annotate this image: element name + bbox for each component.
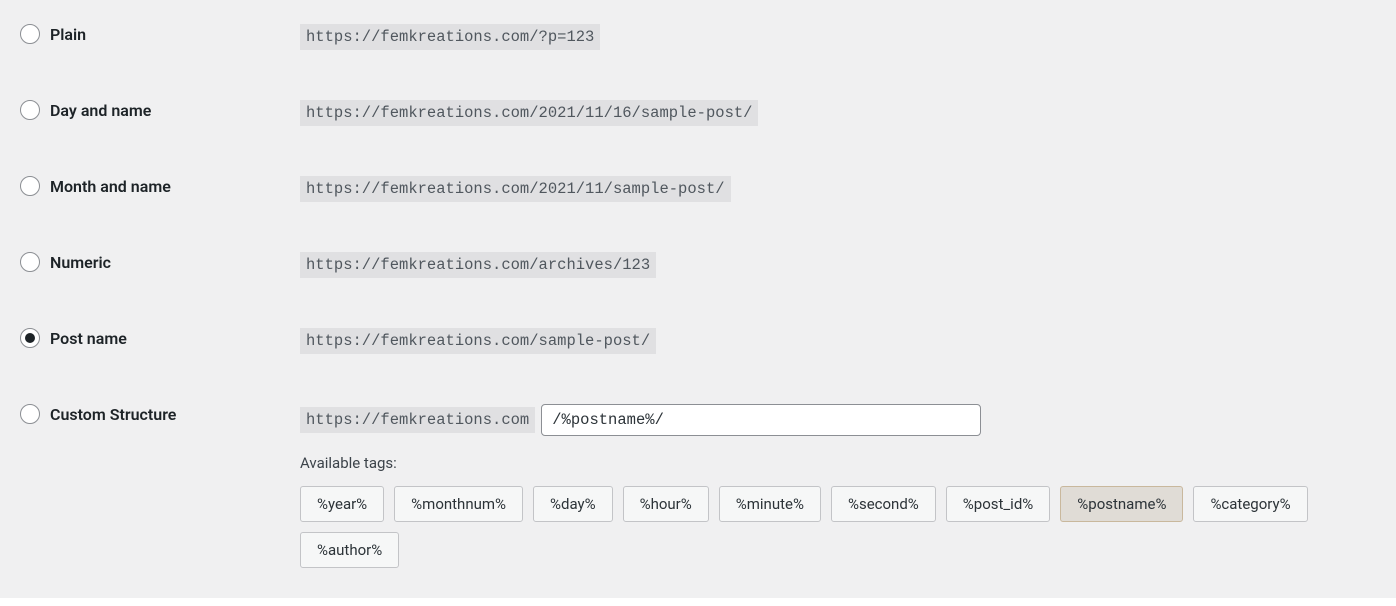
option-example-plain: https://femkreations.com/?p=123 [300, 24, 1376, 50]
tag-second[interactable]: %second% [831, 486, 936, 522]
tag-monthnum[interactable]: %monthnum% [394, 486, 523, 522]
option-row-day-name: Day and name https://femkreations.com/20… [20, 100, 1376, 126]
option-example-numeric: https://femkreations.com/archives/123 [300, 252, 1376, 278]
custom-structure-input[interactable] [541, 404, 981, 436]
custom-structure-area: https://femkreations.com Available tags:… [300, 404, 1376, 568]
radio-day-name[interactable] [20, 100, 40, 120]
option-label-numeric[interactable]: Numeric [20, 252, 300, 272]
option-row-plain: Plain https://femkreations.com/?p=123 [20, 24, 1376, 50]
radio-post-name[interactable] [20, 328, 40, 348]
permalink-settings-panel: Plain https://femkreations.com/?p=123 Da… [0, 0, 1396, 598]
example-code-post-name: https://femkreations.com/sample-post/ [300, 328, 656, 354]
tag-day[interactable]: %day% [533, 486, 613, 522]
available-tags-label: Available tags: [300, 454, 1376, 472]
radio-custom[interactable] [20, 404, 40, 424]
option-text-custom: Custom Structure [50, 405, 176, 424]
option-example-post-name: https://femkreations.com/sample-post/ [300, 328, 1376, 354]
radio-plain[interactable] [20, 24, 40, 44]
example-code-month-name: https://femkreations.com/2021/11/sample-… [300, 176, 731, 202]
option-row-numeric: Numeric https://femkreations.com/archive… [20, 252, 1376, 278]
custom-structure-line: https://femkreations.com [300, 404, 1376, 436]
example-code-numeric: https://femkreations.com/archives/123 [300, 252, 656, 278]
tag-hour[interactable]: %hour% [623, 486, 709, 522]
option-text-plain: Plain [50, 25, 86, 44]
available-tags: %year% %monthnum% %day% %hour% %minute% … [300, 486, 1360, 568]
option-row-month-name: Month and name https://femkreations.com/… [20, 176, 1376, 202]
tag-minute[interactable]: %minute% [719, 486, 821, 522]
option-row-post-name: Post name https://femkreations.com/sampl… [20, 328, 1376, 354]
option-text-month-name: Month and name [50, 177, 171, 196]
option-label-custom[interactable]: Custom Structure [20, 404, 300, 424]
option-label-month-name[interactable]: Month and name [20, 176, 300, 196]
option-label-plain[interactable]: Plain [20, 24, 300, 44]
option-text-post-name: Post name [50, 329, 127, 348]
option-label-day-name[interactable]: Day and name [20, 100, 300, 120]
option-example-day-name: https://femkreations.com/2021/11/16/samp… [300, 100, 1376, 126]
tag-postname[interactable]: %postname% [1060, 486, 1183, 522]
tag-year[interactable]: %year% [300, 486, 384, 522]
custom-base-url: https://femkreations.com [300, 407, 535, 433]
option-row-custom: Custom Structure https://femkreations.co… [20, 404, 1376, 568]
radio-numeric[interactable] [20, 252, 40, 272]
tag-author[interactable]: %author% [300, 532, 399, 568]
option-text-day-name: Day and name [50, 101, 151, 120]
tag-post-id[interactable]: %post_id% [946, 486, 1050, 522]
example-code-day-name: https://femkreations.com/2021/11/16/samp… [300, 100, 758, 126]
option-text-numeric: Numeric [50, 253, 111, 272]
radio-month-name[interactable] [20, 176, 40, 196]
tag-category[interactable]: %category% [1193, 486, 1307, 522]
option-example-month-name: https://femkreations.com/2021/11/sample-… [300, 176, 1376, 202]
example-code-plain: https://femkreations.com/?p=123 [300, 24, 600, 50]
option-label-post-name[interactable]: Post name [20, 328, 300, 348]
